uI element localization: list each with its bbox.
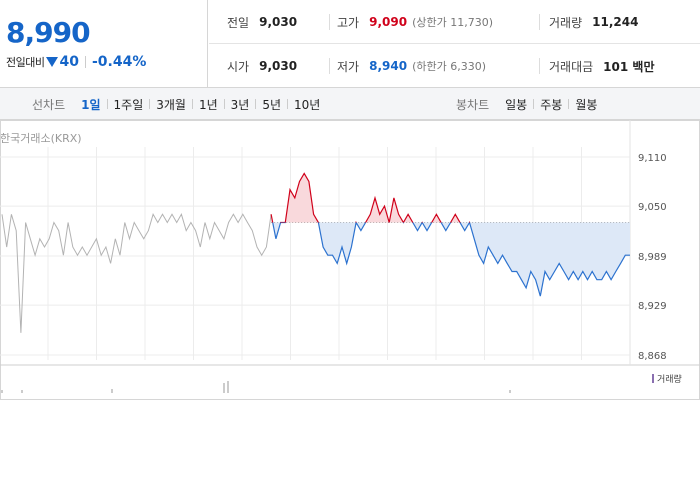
tab-weekly[interactable]: 주봉 xyxy=(534,96,568,113)
stat-low: 저가 8,940 (하한가 6,330) xyxy=(337,44,486,88)
stat-divider xyxy=(539,14,540,30)
stat-prev-close: 전일 9,030 xyxy=(227,0,297,44)
stat-label: 고가 xyxy=(337,15,360,30)
stats-table: 전일 9,030 고가 9,090 (상한가 11,730) 거래량 11,24… xyxy=(209,0,700,88)
volume-swatch xyxy=(652,374,654,383)
stat-high: 고가 9,090 (상한가 11,730) xyxy=(337,0,493,44)
tab-10y[interactable]: 10년 xyxy=(288,96,326,113)
candle-chart-title: 봉차트 xyxy=(456,97,490,112)
change-percent: -0.44% xyxy=(91,54,147,70)
stat-value: 11,244 xyxy=(592,15,639,29)
stat-label: 시가 xyxy=(227,59,250,74)
tab-daily[interactable]: 일봉 xyxy=(499,96,533,113)
stat-value: 101 백만 xyxy=(603,59,655,74)
stat-sub: (하한가 6,330) xyxy=(412,60,486,73)
stat-open: 시가 9,030 xyxy=(227,44,297,88)
stat-divider xyxy=(539,58,540,74)
stat-value: 8,940 xyxy=(369,59,408,73)
stat-label: 저가 xyxy=(337,59,360,74)
stat-value: 9,030 xyxy=(259,59,298,73)
tab-1y[interactable]: 1년 xyxy=(193,96,224,113)
y-tick-label: 8,989 xyxy=(638,252,667,263)
y-tick-label: 9,050 xyxy=(638,202,667,213)
tab-monthly[interactable]: 월봉 xyxy=(569,96,603,113)
tab-5y[interactable]: 5년 xyxy=(256,96,287,113)
current-price: 8,990 xyxy=(6,16,91,49)
stat-divider xyxy=(329,14,330,30)
change-row: 전일대비 40 -0.44% xyxy=(6,54,146,70)
volume-legend-label: 거래량 xyxy=(657,375,682,385)
stat-value: 9,090 xyxy=(369,15,408,29)
line-chart-tabs: 선차트 1일 1주일 3개월 1년 3년 5년 10년 xyxy=(32,88,326,120)
change-separator xyxy=(84,56,86,68)
y-tick-label: 8,929 xyxy=(638,301,667,312)
intraday-price-chart: 9,110 9,050 8,989 8,929 8,868 xyxy=(0,120,700,400)
tab-1d[interactable]: 1일 xyxy=(75,96,106,113)
y-tick-label: 9,110 xyxy=(638,153,667,164)
stat-sub: (상한가 11,730) xyxy=(412,16,493,29)
tab-3m[interactable]: 3개월 xyxy=(150,96,192,113)
stat-divider xyxy=(329,58,330,74)
change-label: 전일대비 xyxy=(6,56,45,69)
quote-panel: 8,990 전일대비 40 -0.44% 전일 9,030 고가 9,090 (… xyxy=(0,0,700,88)
candle-chart-tabs: 봉차트 일봉 주봉 월봉 xyxy=(456,88,603,120)
down-area-fill xyxy=(271,222,630,297)
stat-value: 9,030 xyxy=(259,15,298,29)
stat-volume: 거래량 11,244 xyxy=(549,0,638,44)
line-chart-title: 선차트 xyxy=(32,97,66,112)
change-amount: 40 xyxy=(59,54,79,70)
tab-1w[interactable]: 1주일 xyxy=(108,96,150,113)
down-triangle-icon xyxy=(46,57,59,67)
stat-amount: 거래대금 101 백만 xyxy=(549,44,654,88)
previous-day-line xyxy=(1,213,272,333)
y-tick-label: 8,868 xyxy=(638,351,667,362)
volume-legend: 거래량 xyxy=(652,372,682,385)
tab-3y[interactable]: 3년 xyxy=(225,96,256,113)
stat-label: 전일 xyxy=(227,15,250,30)
stat-label: 거래량 xyxy=(549,15,583,30)
stats-row-1: 전일 9,030 고가 9,090 (상한가 11,730) 거래량 11,24… xyxy=(209,0,700,44)
stats-row-2: 시가 9,030 저가 8,940 (하한가 6,330) 거래대금 101 백… xyxy=(209,44,700,88)
chart-tab-bar: 선차트 1일 1주일 3개월 1년 3년 5년 10년 봉차트 일봉 주봉 월봉 xyxy=(0,88,700,120)
price-box: 8,990 전일대비 40 -0.44% xyxy=(0,0,208,88)
stat-label: 거래대금 xyxy=(549,59,594,74)
